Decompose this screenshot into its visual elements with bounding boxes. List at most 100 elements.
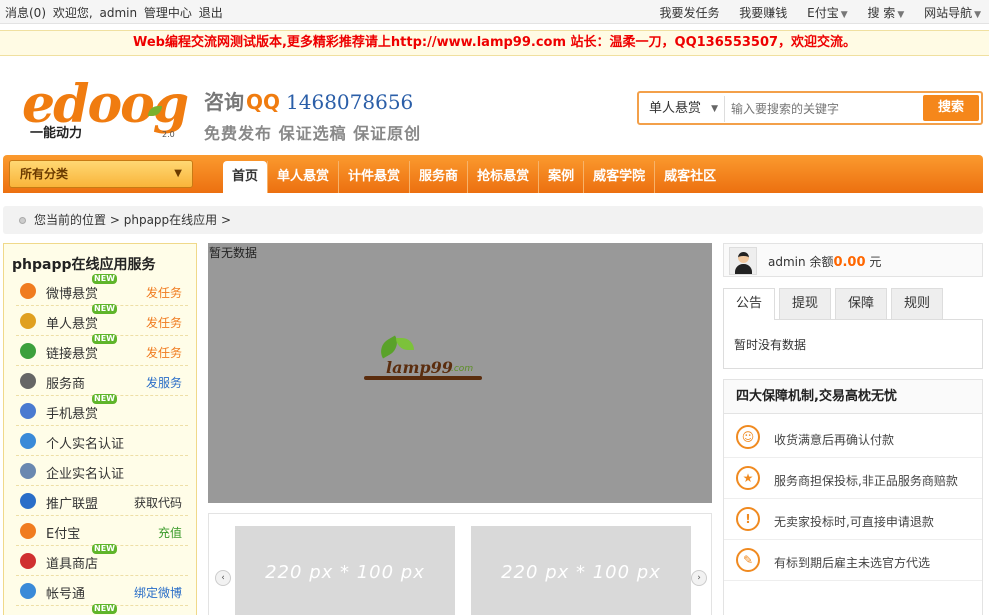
avatar-body xyxy=(735,264,752,274)
nav-item-community[interactable]: 威客社区 xyxy=(654,161,725,193)
search-button[interactable]: 搜索 xyxy=(923,95,979,121)
guarantee-text: 收货满意后再确认付款 xyxy=(774,433,895,447)
epay-label: E付宝 xyxy=(807,6,839,20)
lamp99-logo: lamp99 .com xyxy=(364,335,488,388)
breadcrumb-separator: > xyxy=(221,213,232,227)
all-categories-label: 所有分类 xyxy=(20,167,69,181)
service-name[interactable]: 帐号通 xyxy=(46,583,85,602)
logout-link[interactable]: 退出 xyxy=(199,6,223,20)
building-icon xyxy=(20,463,36,479)
service-action-link[interactable]: 充值 xyxy=(158,524,182,541)
service-action-link[interactable]: 发服务 xyxy=(146,374,182,391)
tab-announcement[interactable]: 公告 xyxy=(723,288,775,320)
guarantee-text: 服务商担保投标,非正品服务商赔款 xyxy=(774,474,958,488)
phone-icon xyxy=(20,403,36,419)
welcome-text: 欢迎您, xyxy=(52,6,93,20)
main-banner[interactable]: 暂无数据 lamp99 .com xyxy=(208,243,712,503)
sidebar-service-item[interactable]: 帐号通 绑定微博 xyxy=(16,576,188,606)
star-icon: ★ xyxy=(736,466,760,490)
sidebar-title: phpapp在线应用服务 xyxy=(12,257,156,273)
epay-menu[interactable]: E付宝 ▼ xyxy=(807,4,848,21)
service-name[interactable]: 服务商 xyxy=(46,373,85,392)
tab-panel-empty: 暂时没有数据 xyxy=(734,338,807,352)
weibo-icon xyxy=(20,283,36,299)
sidebar-service-item[interactable]: 单人悬赏 NEW 发任务 xyxy=(16,304,188,336)
sidebar-service-item[interactable]: 手机悬赏 NEW xyxy=(16,394,188,426)
service-name[interactable]: E付宝 xyxy=(46,523,80,542)
nav-item-academy[interactable]: 威客学院 xyxy=(583,161,654,193)
service-name[interactable]: 个人实名认证 xyxy=(46,433,124,452)
app-services-sidebar: phpapp在线应用服务 微博悬赏 NEW 发任务 单人悬赏 NEW 发任务 链接悬赏 NEW… xyxy=(3,243,197,615)
service-name[interactable]: 推广联盟 xyxy=(46,493,98,512)
person-icon xyxy=(20,433,36,449)
all-categories-dropdown[interactable]: 所有分类 ▼ xyxy=(9,160,193,188)
post-task-link[interactable]: 我要发任务 xyxy=(659,4,719,21)
breadcrumb-label: 您当前的位置 xyxy=(34,213,107,227)
carousel-prev-button[interactable]: ‹ xyxy=(215,570,231,586)
service-action-link[interactable]: 发任务 xyxy=(146,284,182,301)
carousel-slide[interactable]: 220 px * 100 px xyxy=(235,526,455,615)
sidebar-service-item[interactable]: 个人实名认证 xyxy=(16,426,188,456)
sidebar-service-item[interactable]: 链接悬赏 NEW 发任务 xyxy=(16,334,188,366)
balance-value: 0.00 xyxy=(833,255,866,270)
nav-items: 首页 单人悬赏 计件悬赏 服务商 抢标悬赏 案例 威客学院 威客社区 xyxy=(223,161,725,193)
sidebar-service-item[interactable]: 企业实名认证 xyxy=(16,456,188,486)
top-bar: 消息(0) 欢迎您, admin 管理中心 退出 我要发任务 我要赚钱 E付宝 ▼… xyxy=(0,0,989,24)
nav-item-piece-reward[interactable]: 计件悬赏 xyxy=(338,161,409,193)
consult-phone: 1468078656 xyxy=(286,90,414,114)
avatar[interactable] xyxy=(729,247,757,275)
service-action-link[interactable]: 发任务 xyxy=(146,344,182,361)
search-menu[interactable]: 搜 索 ▼ xyxy=(867,4,904,21)
consult-qq: 咨询 QQ 1468078656 xyxy=(204,86,413,115)
service-name[interactable]: 微博悬赏 xyxy=(46,283,98,302)
site-nav-menu[interactable]: 网站导航 ▼ xyxy=(924,4,981,21)
carousel-slide[interactable]: 220 px * 100 px xyxy=(471,526,691,615)
nav-item-home[interactable]: 首页 xyxy=(223,161,268,193)
service-action-link[interactable]: 绑定微博 xyxy=(134,584,182,601)
sidebar-service-item[interactable]: NEW xyxy=(16,604,188,615)
service-name[interactable]: 手机悬赏 xyxy=(46,403,98,422)
service-name[interactable]: 单人悬赏 xyxy=(46,313,98,332)
username-link[interactable]: admin xyxy=(99,6,137,20)
breadcrumb-separator: > xyxy=(109,213,120,227)
logo-ground xyxy=(364,376,482,380)
service-action-link[interactable]: 发任务 xyxy=(146,314,182,331)
service-action-link[interactable]: 获取代码 xyxy=(134,494,182,511)
bullet-icon xyxy=(19,217,26,224)
nav-item-cases[interactable]: 案例 xyxy=(538,161,583,193)
top-bar-right: 我要发任务 我要赚钱 E付宝 ▼ 搜 索 ▼ 网站导航 ▼ xyxy=(643,4,989,21)
sidebar-service-item[interactable]: 道具商店 NEW xyxy=(16,544,188,576)
admin-center-link[interactable]: 管理中心 xyxy=(144,6,192,20)
notice-banner[interactable]: Web编程交流网测试版本,更多精彩推荐请上http://www.lamp99.c… xyxy=(0,30,989,56)
sidebar-service-item[interactable]: 微博悬赏 NEW 发任务 xyxy=(16,274,188,306)
tab-guarantee[interactable]: 保障 xyxy=(835,288,887,319)
user-name[interactable]: admin xyxy=(768,255,806,269)
service-name[interactable]: 链接悬赏 xyxy=(46,343,98,362)
balance-unit: 元 xyxy=(869,255,882,269)
earn-money-link[interactable]: 我要赚钱 xyxy=(739,4,787,21)
ad-carousel: ‹ 220 px * 100 px 220 px * 100 px › xyxy=(208,513,712,615)
nav-item-single-reward[interactable]: 单人悬赏 xyxy=(267,161,338,193)
site-logo[interactable]: edoog 一能动力 2.0 xyxy=(20,74,189,141)
service-name[interactable]: 道具商店 xyxy=(46,553,98,572)
new-badge: NEW xyxy=(92,394,117,404)
user-info-box: admin 余额0.00 元 xyxy=(723,243,983,277)
sidebar-service-item[interactable]: 服务商 发服务 xyxy=(16,366,188,396)
service-name[interactable]: 企业实名认证 xyxy=(46,463,124,482)
tab-withdraw[interactable]: 提现 xyxy=(779,288,831,319)
guarantee-title: 四大保障机制,交易高枕无忧 xyxy=(724,380,982,414)
search-type-select[interactable]: 单人悬赏 ▼ xyxy=(643,96,725,122)
sidebar-service-item[interactable]: 推广联盟 获取代码 xyxy=(16,486,188,516)
sidebar-service-item[interactable]: E付宝 充值 xyxy=(16,516,188,546)
breadcrumb-current[interactable]: phpapp在线应用 xyxy=(124,213,217,227)
nav-item-service-provider[interactable]: 服务商 xyxy=(409,161,467,193)
guarantee-box: 四大保障机制,交易高枕无忧 ☺ 收货满意后再确认付款 ★ 服务商担保投标,非正品服务商… xyxy=(723,379,983,615)
carousel-next-button[interactable]: › xyxy=(691,570,707,586)
balance-label: 余额 xyxy=(809,255,834,269)
tab-rules[interactable]: 规则 xyxy=(891,288,943,319)
search-input[interactable] xyxy=(731,97,911,121)
nav-item-bid-reward[interactable]: 抢标悬赏 xyxy=(467,161,538,193)
tab-panel: 暂时没有数据 xyxy=(723,319,983,369)
messages-link[interactable]: 消息(0) xyxy=(5,6,46,20)
banner-nodata: 暂无数据 xyxy=(209,246,258,260)
